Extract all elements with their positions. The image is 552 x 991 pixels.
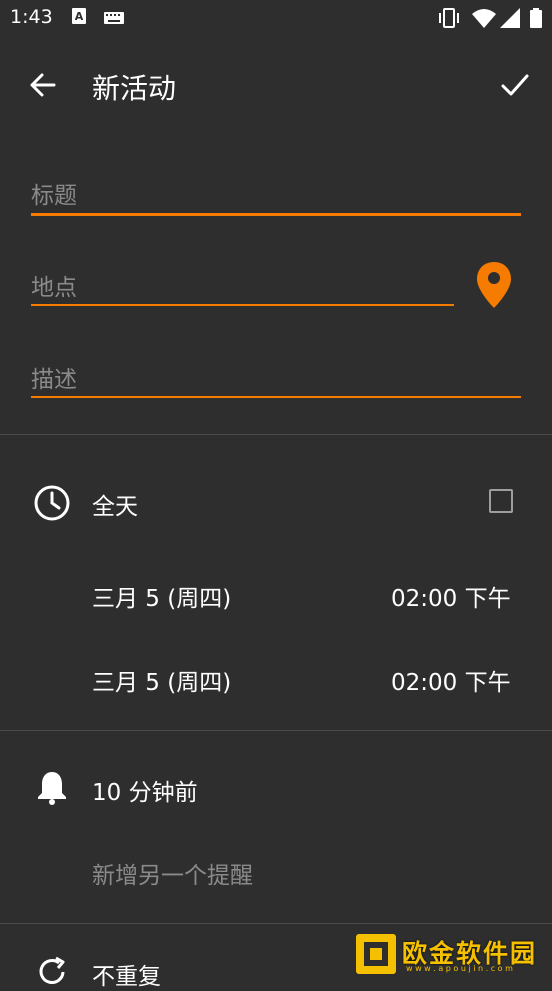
vibrate-icon <box>439 8 459 28</box>
end-time[interactable]: 02:00 下午 <box>391 663 511 697</box>
divider <box>0 923 552 924</box>
divider <box>0 730 552 731</box>
keyboard-icon <box>104 12 124 24</box>
watermark-url: w w w . a p o u j i n . c o m <box>406 964 513 973</box>
location-placeholder: 地点 <box>31 275 77 301</box>
repeat-icon <box>39 956 65 984</box>
reminder-item[interactable]: 10 分钟前 <box>92 773 198 807</box>
watermark-logo: 欧金软件园 w w w . a p o u j i n . c o m <box>354 932 544 977</box>
description-underline <box>31 396 521 398</box>
bell-icon <box>38 772 66 805</box>
clock-icon <box>34 485 70 521</box>
battery-icon <box>530 8 542 28</box>
start-date[interactable]: 三月 5 (周四) <box>92 579 231 613</box>
status-time: 1:43 <box>10 6 53 28</box>
title-input[interactable]: 标题 <box>31 176 521 216</box>
title-underline <box>31 213 521 216</box>
location-input[interactable]: 地点 <box>31 268 454 306</box>
all-day-checkbox[interactable] <box>489 489 513 513</box>
page-title: 新活动 <box>92 72 177 105</box>
a-text-icon: A <box>72 8 86 24</box>
location-underline <box>31 304 454 306</box>
app-bar: 新活动 <box>0 38 552 134</box>
title-placeholder: 标题 <box>31 183 77 209</box>
all-day-label: 全天 <box>92 494 138 520</box>
description-input[interactable]: 描述 <box>31 360 521 398</box>
start-time[interactable]: 02:00 下午 <box>391 579 511 613</box>
signal-icon <box>500 8 520 28</box>
check-icon[interactable] <box>498 68 532 102</box>
svg-text:A: A <box>75 10 84 23</box>
description-placeholder: 描述 <box>31 367 77 393</box>
map-pin-icon[interactable] <box>474 260 514 310</box>
divider <box>0 434 552 435</box>
status-bar: 1:43 A <box>0 0 552 38</box>
repeat-item[interactable]: 不重复 <box>92 957 161 991</box>
add-reminder-button[interactable]: 新增另一个提醒 <box>92 856 253 890</box>
end-date[interactable]: 三月 5 (周四) <box>92 663 231 697</box>
wifi-icon <box>472 9 496 28</box>
arrow-back-icon[interactable] <box>26 68 60 102</box>
